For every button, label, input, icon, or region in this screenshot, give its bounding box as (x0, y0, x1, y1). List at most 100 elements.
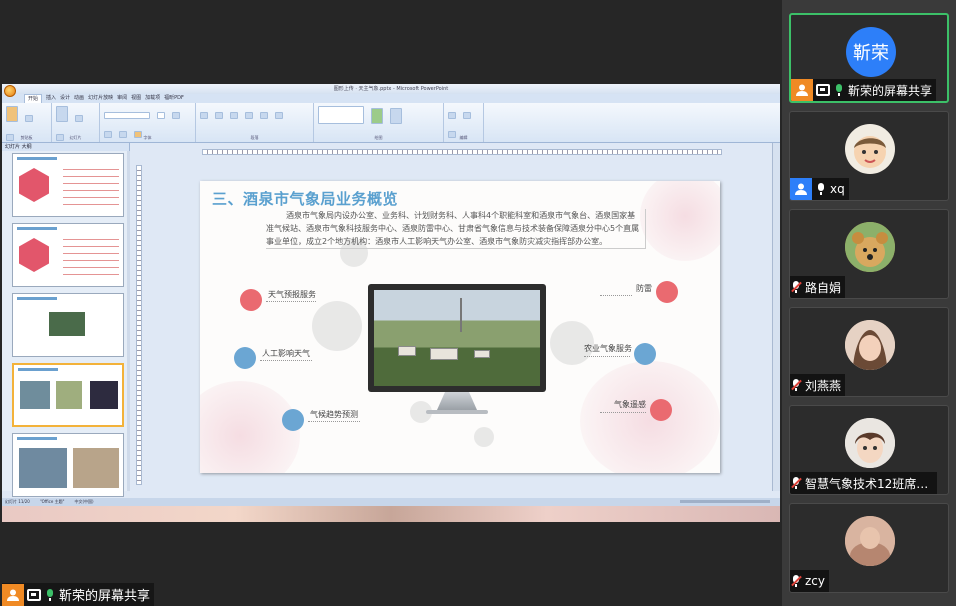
quick-styles-icon[interactable] (390, 108, 403, 124)
monitor-base (426, 410, 488, 414)
participant-tile[interactable]: 智慧气象技术12班席gu... (789, 405, 949, 495)
participant-name: 刘燕燕 (805, 378, 842, 393)
window-title: 图形上传 · 天主气象.pptx - Microsoft PowerPoint (2, 84, 780, 94)
ribbon-group-label: 编辑 (459, 135, 468, 140)
cut-icon[interactable] (25, 115, 34, 122)
thumb-hexagon (19, 168, 49, 202)
service-dot (234, 347, 256, 369)
monitor-stand (437, 392, 477, 410)
avatar (845, 516, 895, 566)
thumb-scrollbar[interactable] (127, 151, 130, 491)
status-bar: 幻灯片 11/20 "Office 主题" 中文(中国) (2, 498, 780, 506)
person-icon (791, 79, 813, 101)
align-center-icon[interactable] (245, 112, 254, 119)
font-name-box[interactable] (104, 112, 150, 119)
align-left-icon[interactable] (230, 112, 239, 119)
ribbon-group-drawing: 绘图 (314, 103, 444, 142)
ribbon-group-font: 字体 (100, 103, 196, 142)
participant-tile[interactable]: 刘燕燕 (789, 307, 949, 397)
thumb-text (63, 166, 119, 210)
mic-muted-icon (790, 574, 802, 588)
photo-building (474, 350, 490, 358)
thumb-title (17, 297, 57, 300)
current-slide[interactable]: 三、酒泉市气象局业务概览 酒泉市气象局内设办公室、业务科、计划财务科、人事科4个… (200, 181, 720, 473)
participant-name: 智慧气象技术12班席gu... (805, 476, 933, 491)
slide-thumbnail-pane: 幻灯片 大纲 5 6 7 (2, 143, 130, 497)
shared-screen: 图形上传 · 天主气象.pptx - Microsoft PowerPoint … (0, 0, 782, 606)
ribbon-group-label: 字体 (143, 135, 152, 140)
slide-thumbnail[interactable]: 6 (12, 223, 124, 287)
tab-review[interactable]: 审阅 (117, 94, 127, 103)
tab-home[interactable]: 开始 (24, 94, 43, 103)
zoom-slider[interactable] (680, 500, 770, 503)
participant-tile[interactable]: 路自娟 (789, 209, 949, 299)
avatar: 靳荣 (846, 27, 896, 77)
text-direction-icon[interactable] (275, 112, 284, 119)
paste-icon[interactable] (6, 106, 18, 122)
participants-panel: 靳荣 靳荣的屏幕共享 xq 路自娟 刘燕燕 智慧气象技术12班席gu... zc… (782, 0, 956, 606)
shapes-gallery[interactable] (318, 106, 364, 124)
align-right-icon[interactable] (260, 112, 269, 119)
thumb-title (17, 157, 57, 160)
service-remote-sensing: 气象遥感 (614, 400, 646, 409)
participant-label: zcy (790, 570, 829, 592)
arrange-icon[interactable] (371, 108, 384, 124)
tab-foxit-pdf[interactable]: 福昕PDF (164, 94, 184, 103)
connector-line (600, 295, 632, 296)
ribbon-group-label: 幻灯片 (69, 135, 82, 140)
thumb-text (63, 236, 119, 280)
tab-insert[interactable]: 插入 (46, 94, 56, 103)
decor-flower (640, 181, 720, 261)
ribbon-group-label: 段落 (250, 135, 259, 140)
slide-scrollbar[interactable] (772, 143, 780, 491)
tab-view[interactable]: 视图 (131, 94, 141, 103)
tab-addins[interactable]: 加载项 (145, 94, 160, 103)
service-agro-meteorology: 农业气象服务 (584, 344, 632, 353)
tab-slideshow[interactable]: 幻灯片放映 (88, 94, 113, 103)
service-weather-modification: 人工影响天气 (262, 349, 310, 358)
connector-line (600, 412, 646, 413)
thumb-pane-tabs[interactable]: 幻灯片 大纲 (2, 143, 129, 151)
ribbon-group-slides: 幻灯片 (52, 103, 100, 142)
thumb-title (18, 368, 58, 371)
participant-label: 靳荣的屏幕共享 (791, 79, 937, 101)
slide-thumbnail-selected[interactable]: 8 (12, 363, 124, 427)
slide-title: 三、酒泉市气象局业务概览 (212, 190, 399, 208)
mic-icon (815, 182, 827, 196)
bullets-icon[interactable] (200, 112, 208, 119)
service-dot (240, 289, 262, 311)
tab-animation[interactable]: 动画 (74, 94, 84, 103)
ribbon-group-label: 绘图 (374, 135, 383, 140)
participant-name: 靳荣的屏幕共享 (848, 83, 933, 98)
bold-icon[interactable] (172, 112, 181, 119)
ribbon-tabs: 开始 插入 设计 动画 幻灯片放映 审阅 视图 加载项 福昕PDF (2, 94, 780, 103)
replace-icon[interactable] (463, 112, 472, 119)
font-size-box[interactable] (157, 112, 166, 119)
new-slide-icon[interactable] (56, 106, 68, 122)
service-weather-forecast: 天气预报服务 (268, 290, 316, 299)
tab-design[interactable]: 设计 (60, 94, 70, 103)
numbering-icon[interactable] (215, 112, 224, 119)
powerpoint-window: 图形上传 · 天主气象.pptx - Microsoft PowerPoint … (2, 84, 780, 522)
service-dot (650, 399, 672, 421)
office-button-icon[interactable] (4, 85, 16, 97)
desktop-wallpaper-strip (2, 506, 780, 522)
layout-icon[interactable] (75, 115, 84, 122)
find-icon[interactable] (448, 112, 456, 119)
share-owner-name: 靳荣的屏幕共享 (59, 589, 151, 604)
person-icon (2, 583, 24, 606)
participant-tile[interactable]: xq (789, 111, 949, 201)
avatar (845, 320, 895, 370)
slide-thumbnail[interactable]: 9 (12, 433, 124, 497)
slide-thumbnail[interactable]: 5 (12, 153, 124, 217)
mic-muted-icon (790, 280, 802, 294)
service-lightning-protection: 防雷 (636, 284, 652, 293)
slide-thumbnail[interactable]: 7 (12, 293, 124, 357)
workspace: 幻灯片 大纲 5 6 7 (2, 143, 780, 514)
monitor-graphic (368, 284, 546, 392)
participant-tile[interactable]: zcy (789, 503, 949, 593)
meeting-window: 图形上传 · 天主气象.pptx - Microsoft PowerPoint … (0, 0, 956, 606)
thumb-photo (56, 381, 82, 409)
participant-tile[interactable]: 靳荣 靳荣的屏幕共享 (789, 13, 949, 103)
thumb-photo (90, 381, 118, 409)
